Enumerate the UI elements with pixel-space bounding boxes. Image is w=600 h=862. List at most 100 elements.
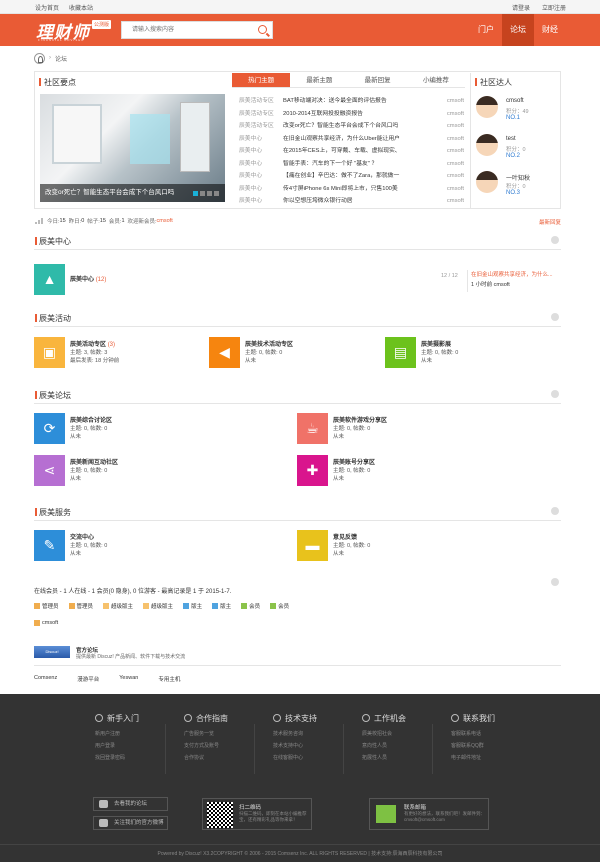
- thread-category[interactable]: 辰美活动专区: [239, 108, 283, 121]
- slide-dot[interactable]: [207, 191, 212, 196]
- graduation-cap-icon[interactable]: ▲: [34, 264, 65, 295]
- wallet-icon[interactable]: ▬: [297, 530, 328, 561]
- nav-portal[interactable]: 门户: [470, 14, 502, 46]
- thread-category[interactable]: 辰美中心: [239, 183, 283, 196]
- footer-link[interactable]: 技术支持中心: [273, 742, 363, 749]
- megaphone-icon[interactable]: ◀: [209, 337, 240, 368]
- friend-link[interactable]: Comsenz: [34, 675, 57, 683]
- forum-last-post[interactable]: 最后发表: 18 分钟前: [70, 356, 119, 364]
- tab-latest-reply[interactable]: 最新回复: [349, 73, 407, 87]
- forum-name[interactable]: 辰美软件游戏分享区: [333, 415, 387, 424]
- footer-link[interactable]: 找回登录密码: [95, 754, 185, 761]
- forum-name[interactable]: 辰美技术活动专区: [245, 339, 293, 348]
- home-icon[interactable]: [34, 52, 45, 64]
- footer-link[interactable]: 辰美校招社会: [362, 730, 452, 737]
- collapse-icon[interactable]: [551, 313, 559, 321]
- thread-title[interactable]: 传4寸屏iPhone 6s Mini即将上市，只售100美: [283, 183, 435, 196]
- friend-link[interactable]: Yeswan: [119, 675, 138, 683]
- slide-dot[interactable]: [214, 191, 219, 196]
- mail-address[interactable]: cmsoft@cmsoft.com: [404, 817, 445, 822]
- footer-link[interactable]: 意向性人员: [362, 742, 452, 749]
- forum-name[interactable]: 辰美账号分享区: [333, 457, 375, 466]
- thread-category[interactable]: 辰美中心: [239, 133, 283, 146]
- collapse-icon[interactable]: [551, 507, 559, 515]
- forum-name[interactable]: 意见反馈: [333, 532, 357, 541]
- search-icon[interactable]: [258, 25, 267, 34]
- nav-forum[interactable]: 论坛: [502, 14, 534, 46]
- footer-link[interactable]: 拓展性人员: [362, 754, 452, 761]
- thread-author[interactable]: cmsoft: [435, 170, 464, 183]
- footer-link[interactable]: 技术服务咨询: [273, 730, 363, 737]
- friend-link[interactable]: 漫游平台: [77, 675, 99, 683]
- footer-link[interactable]: 电子邮件地址: [451, 754, 541, 761]
- nav-finance[interactable]: 财经: [534, 14, 566, 46]
- thread-category[interactable]: 辰美中心: [239, 195, 283, 208]
- thread-title[interactable]: 2010-2014互联网投投融资报告: [283, 108, 435, 121]
- slide-dot[interactable]: [193, 191, 198, 196]
- thread-author[interactable]: cmsoft: [435, 145, 464, 158]
- refresh-icon[interactable]: ⟳: [34, 413, 65, 444]
- footer-link[interactable]: 广告服务一览: [184, 730, 274, 737]
- online-user[interactable]: cmsoft: [34, 620, 58, 626]
- section-title[interactable]: 辰美服务: [35, 507, 71, 518]
- thread-category[interactable]: 辰美中心: [239, 158, 283, 171]
- discuz-logo[interactable]: Discuz!: [34, 646, 70, 658]
- slideshow[interactable]: 改变or死亡？智能生态平台会成下个台风口吗: [40, 94, 225, 202]
- tab-newest[interactable]: 最新主题: [290, 73, 348, 87]
- edit-icon[interactable]: ✎: [34, 530, 65, 561]
- thread-title[interactable]: 【痛在创业】辛巴达：做不了Zara，那就做一: [283, 170, 435, 183]
- footer-link[interactable]: 客服联系电话: [451, 730, 541, 737]
- slide-dot[interactable]: [200, 191, 205, 196]
- thread-category[interactable]: 辰美中心: [239, 145, 283, 158]
- share-icon[interactable]: ⋖: [34, 455, 65, 486]
- avatar[interactable]: [476, 171, 498, 193]
- gift-icon[interactable]: ✚: [297, 455, 328, 486]
- thread-author[interactable]: cmsoft: [435, 195, 464, 208]
- collapse-icon[interactable]: [551, 390, 559, 398]
- weibo-follow-button[interactable]: 关注我们的官方微博: [93, 816, 168, 830]
- login-link[interactable]: 请登录: [512, 6, 530, 12]
- footer-link[interactable]: 客服联系QQ群: [451, 742, 541, 749]
- section-title[interactable]: 辰美活动: [35, 313, 71, 324]
- camera-icon[interactable]: ▣: [34, 337, 65, 368]
- forum-name[interactable]: 辰美活动专区 (3): [70, 339, 115, 348]
- coffee-cup-icon[interactable]: ☕: [297, 413, 328, 444]
- footer-link[interactable]: 合作协议: [184, 754, 274, 761]
- search-input[interactable]: [122, 22, 252, 38]
- set-homepage-link[interactable]: 设为首页: [35, 6, 59, 12]
- breadcrumb-current[interactable]: 论坛: [55, 54, 67, 63]
- thread-title[interactable]: BAT移动端对决：送今最全面的评估报告: [283, 95, 435, 108]
- thread-title[interactable]: 你以空想压垮微众银行动居: [283, 195, 435, 208]
- footer-link[interactable]: 新用户注册: [95, 730, 185, 737]
- tab-editor-pick[interactable]: 小编推荐: [407, 73, 465, 87]
- thread-author[interactable]: cmsoft: [435, 120, 464, 133]
- thread-title[interactable]: 智能手表：汽车的下一个好 "基友" ？: [283, 158, 435, 171]
- section-title[interactable]: 辰美中心: [35, 236, 71, 247]
- thread-category[interactable]: 辰美活动专区: [239, 120, 283, 133]
- thread-author[interactable]: cmsoft: [435, 108, 464, 121]
- thread-title[interactable]: 在2015年CES上，可穿戴、车载、虚拟现实、: [283, 145, 435, 158]
- forum-name[interactable]: 辰美摄影展: [421, 339, 451, 348]
- thread-title[interactable]: 在旧金山观察共享经济，为什么Uber能让用户: [283, 133, 435, 146]
- latest-reply-link[interactable]: 最新回复: [539, 218, 561, 226]
- avatar[interactable]: [476, 134, 498, 156]
- footer-link[interactable]: 支付方式及账号: [184, 742, 274, 749]
- thread-category[interactable]: 辰美活动专区: [239, 95, 283, 108]
- section-title[interactable]: 辰美论坛: [35, 390, 71, 401]
- thread-category[interactable]: 辰美中心: [239, 170, 283, 183]
- thread-author[interactable]: cmsoft: [435, 158, 464, 171]
- footer-link[interactable]: 在线客服中心: [273, 754, 363, 761]
- chat-bubbles-icon[interactable]: ▤: [385, 337, 416, 368]
- talent-name[interactable]: 一叶知秋: [506, 173, 530, 182]
- forum-name[interactable]: 辰美综合讨论区: [70, 415, 112, 424]
- thread-title[interactable]: 改变or死亡？智能生态平台会成下个台风口吗: [283, 120, 435, 133]
- my-forum-button[interactable]: 去看我的论坛: [93, 797, 168, 811]
- last-post-title[interactable]: 在旧金山观察共享经济，为什么...: [471, 270, 561, 278]
- thread-author[interactable]: cmsoft: [435, 183, 464, 196]
- friend-link[interactable]: 专用主机: [158, 675, 180, 683]
- register-link[interactable]: 立即注册: [542, 6, 566, 12]
- avatar[interactable]: [476, 96, 498, 118]
- thread-author[interactable]: cmsoft: [435, 133, 464, 146]
- forum-name[interactable]: 辰美新闻互动社区: [70, 457, 118, 466]
- tab-hot[interactable]: 热门主题: [232, 73, 291, 87]
